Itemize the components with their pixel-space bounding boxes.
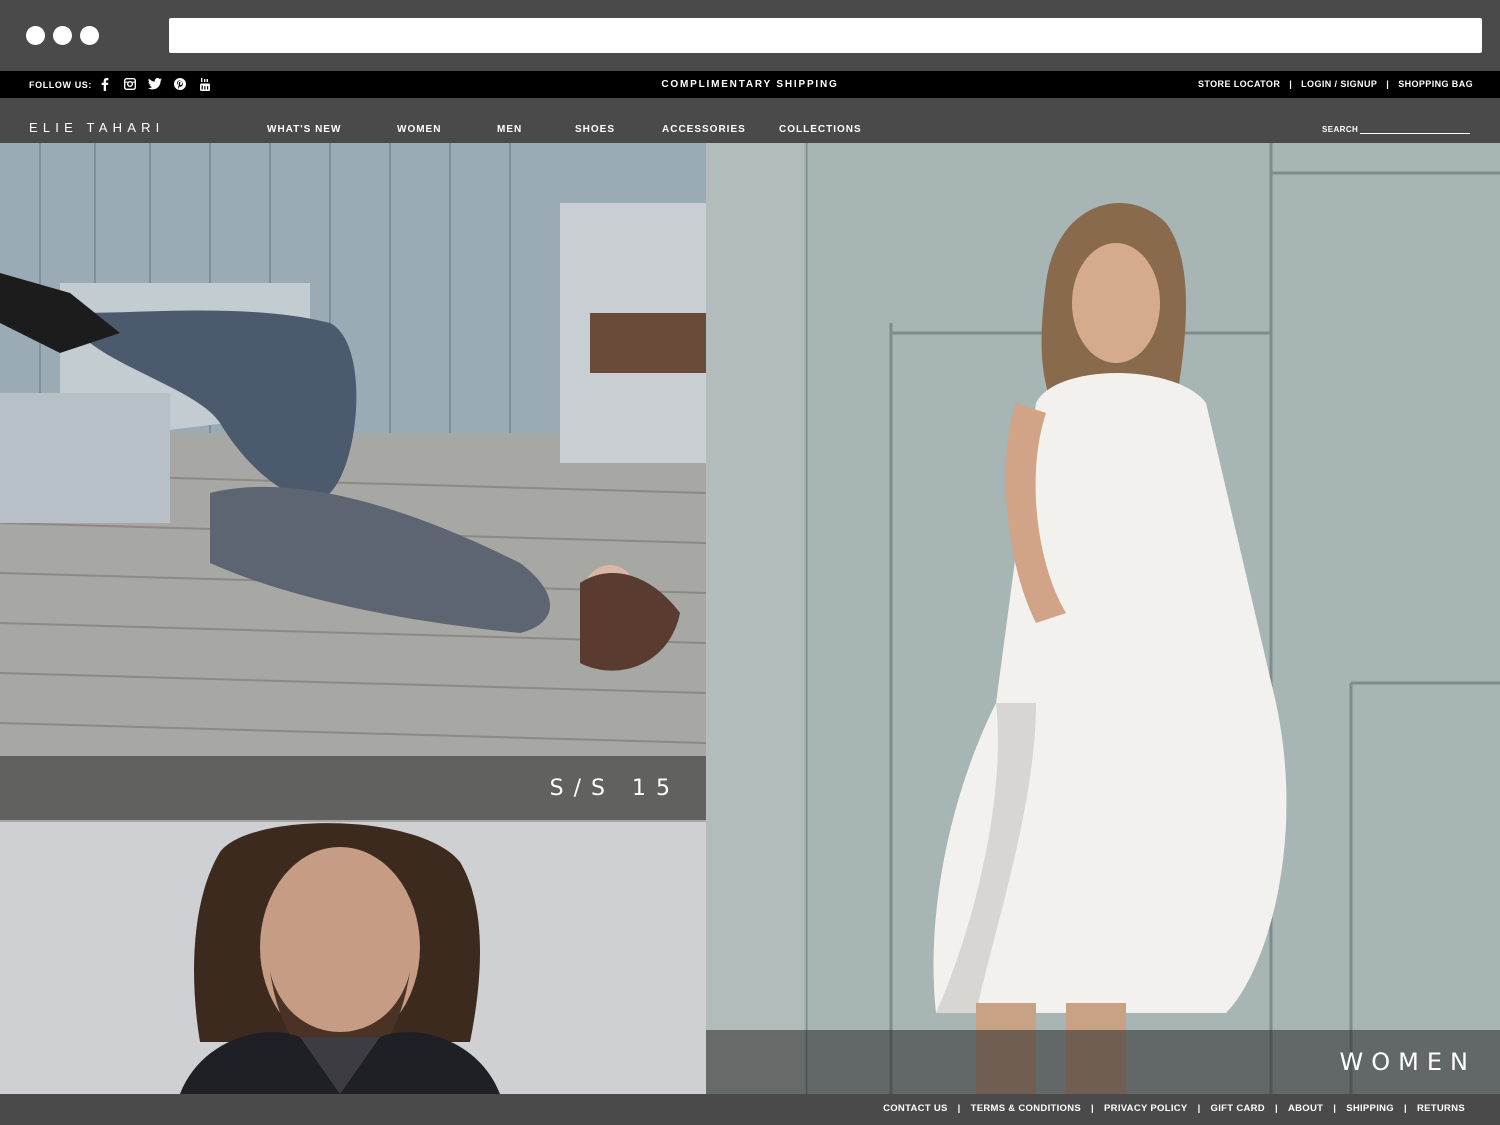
separator: | (1289, 79, 1293, 89)
separator: | (957, 1103, 961, 1114)
footer-privacy-link[interactable]: PRIVACY POLICY (1104, 1103, 1188, 1114)
separator: | (1091, 1103, 1095, 1114)
site-header: ELIE TAHARI WHAT'S NEW WOMEN MEN SHOES A… (0, 98, 1500, 143)
nav-collections[interactable]: COLLECTIONS (779, 124, 862, 135)
women-campaign-photo (706, 143, 1500, 1094)
footer-returns-link[interactable]: RETURNS (1417, 1103, 1465, 1114)
nav-women[interactable]: WOMEN (397, 124, 441, 135)
separator: | (1386, 79, 1390, 89)
women-campaign-panel[interactable]: WOMEN (706, 143, 1500, 1094)
window-close-dot[interactable] (26, 26, 45, 45)
footer-gift-card-link[interactable]: GIFT CARD (1211, 1103, 1265, 1114)
nav-whats-new[interactable]: WHAT'S NEW (267, 124, 341, 135)
footer-terms-link[interactable]: TERMS & CONDITIONS (971, 1103, 1081, 1114)
window-maximize-dot[interactable] (80, 26, 99, 45)
footer-links: CONTACT US | TERMS & CONDITIONS | PRIVAC… (883, 1103, 1465, 1114)
footer-shipping-link[interactable]: SHIPPING (1346, 1103, 1394, 1114)
address-bar[interactable] (169, 18, 1482, 53)
ss15-campaign-photo (0, 143, 706, 822)
footer-contact-us-link[interactable]: CONTACT US (883, 1103, 948, 1114)
women-caption: WOMEN (1339, 1048, 1476, 1076)
store-locator-link[interactable]: STORE LOCATOR (1198, 79, 1280, 89)
shopping-bag-link[interactable]: SHOPPING BAG (1398, 79, 1473, 89)
window-minimize-dot[interactable] (53, 26, 72, 45)
nav-shoes[interactable]: SHOES (575, 124, 615, 135)
top-bar: FOLLOW US: COMPLIMENTARY SHIPPING STORE … (0, 71, 1500, 98)
separator: | (1404, 1103, 1407, 1114)
nav-accessories[interactable]: ACCESSORIES (662, 124, 746, 135)
ss15-caption-bar: S/S 15 (0, 756, 706, 820)
footer-about-link[interactable]: ABOUT (1288, 1103, 1323, 1114)
separator: | (1274, 1103, 1278, 1114)
separator: | (1333, 1103, 1337, 1114)
ss15-caption: S/S 15 (549, 776, 680, 801)
women-caption-bar: WOMEN (706, 1030, 1500, 1094)
separator: | (1197, 1103, 1201, 1114)
site-footer: CONTACT US | TERMS & CONDITIONS | PRIVAC… (0, 1094, 1500, 1125)
login-signup-link[interactable]: LOGIN / SIGNUP (1301, 79, 1377, 89)
browser-chrome (0, 0, 1500, 71)
nav-men[interactable]: MEN (497, 124, 522, 135)
men-campaign-photo (0, 822, 706, 1094)
ss15-campaign-panel[interactable]: S/S 15 (0, 143, 706, 822)
utility-links: STORE LOCATOR | LOGIN / SIGNUP | SHOPPIN… (1198, 79, 1473, 89)
men-campaign-panel[interactable] (0, 822, 706, 1094)
elie-tahari-logo[interactable]: ELIE TAHARI (29, 120, 164, 135)
search-label: SEARCH (1322, 125, 1359, 134)
search-input[interactable] (1360, 120, 1470, 134)
